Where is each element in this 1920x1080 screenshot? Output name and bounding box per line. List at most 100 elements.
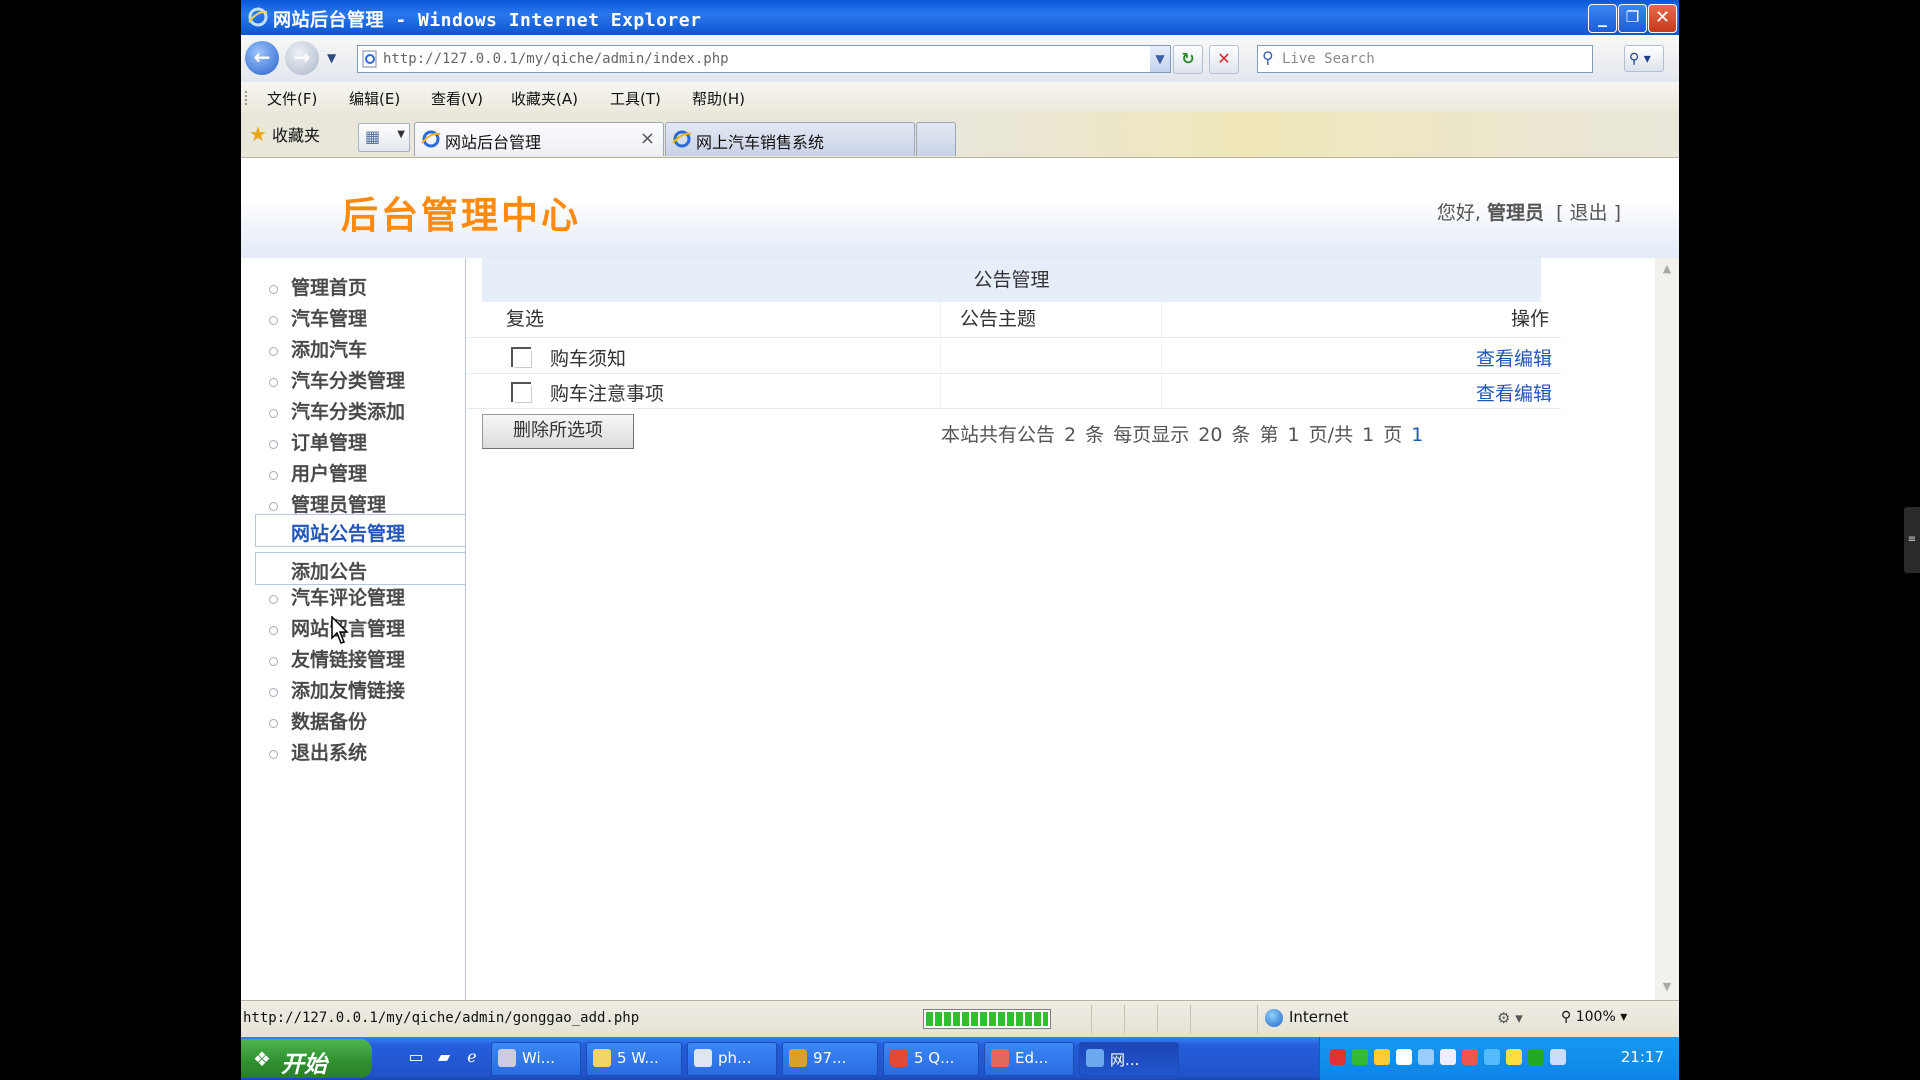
- page-header: 后台管理中心 您好, 管理员 [ 退出 ]: [241, 158, 1679, 258]
- globe-icon: [1265, 1008, 1283, 1027]
- search-placeholder[interactable]: Live Search: [1282, 51, 1375, 67]
- announcement-title[interactable]: 购车须知: [550, 344, 626, 371]
- bullet-icon: [269, 719, 278, 728]
- scroll-up-icon[interactable]: ▲: [1659, 262, 1675, 278]
- taskbar-item[interactable]: 5 W...: [586, 1042, 682, 1076]
- restore-button[interactable]: ❐: [1618, 4, 1647, 33]
- refresh-button[interactable]: ↻: [1173, 45, 1203, 74]
- sidebar-item-exit[interactable]: 退出系统: [255, 733, 465, 766]
- quick-tabs-button[interactable]: ▦ ▼: [358, 123, 410, 152]
- menu-tools[interactable]: 工具(T): [610, 88, 661, 109]
- close-button[interactable]: ✕: [1648, 4, 1677, 33]
- new-tab-button[interactable]: [916, 122, 956, 156]
- security-zone[interactable]: Internet: [1265, 1008, 1349, 1027]
- sidebar-item-messages[interactable]: 网站留言管理: [255, 609, 465, 642]
- side-panel-handle[interactable]: ≡: [1904, 507, 1920, 573]
- chevron-down-icon[interactable]: ▼: [397, 129, 405, 140]
- tray-icon[interactable]: [1330, 1049, 1346, 1065]
- ie-icon: [248, 7, 268, 27]
- col-action: 操作: [1511, 308, 1550, 330]
- menu-file[interactable]: 文件(F): [267, 88, 317, 109]
- sidebar-item-home[interactable]: 管理首页: [255, 268, 465, 301]
- menu-edit[interactable]: 编辑(E): [349, 88, 400, 109]
- ie-quicklaunch-icon[interactable]: ℯ: [461, 1047, 483, 1069]
- tray-icon[interactable]: [1506, 1049, 1522, 1065]
- sidebar-item-label: 退出系统: [291, 742, 368, 764]
- menu-help[interactable]: 帮助(H): [692, 88, 745, 109]
- minimize-button[interactable]: _: [1588, 4, 1617, 33]
- tab-close-icon[interactable]: ×: [640, 128, 655, 149]
- sidebar-item-announcements[interactable]: 网站公告管理: [255, 514, 465, 547]
- taskbar-item[interactable]: ph...: [687, 1042, 777, 1076]
- site-logo: 后台管理中心: [341, 194, 581, 237]
- ie-window: 网站后台管理 - Windows Internet Explorer _ ❐ ✕…: [241, 0, 1679, 1080]
- sidebar-item-add-category[interactable]: 汽车分类添加: [255, 392, 465, 425]
- announcement-title[interactable]: 购车注意事项: [550, 379, 664, 406]
- sidebar-item-users[interactable]: 用户管理: [255, 454, 465, 487]
- sidebar-item-car-categories[interactable]: 汽车分类管理: [255, 361, 465, 394]
- address-bar[interactable]: http://127.0.0.1/my/qiche/admin/index.ph…: [357, 45, 1171, 73]
- favorites-button[interactable]: ★ 收藏夹: [249, 122, 320, 146]
- taskbar-item[interactable]: 5 Q...: [883, 1042, 979, 1076]
- search-box[interactable]: ⚲ Live Search: [1257, 45, 1593, 73]
- protected-mode-icon[interactable]: ⚙ ▾: [1497, 1009, 1523, 1027]
- tray-icon[interactable]: [1352, 1049, 1368, 1065]
- taskbar-item[interactable]: 97...: [782, 1042, 878, 1076]
- row-checkbox[interactable]: [511, 382, 532, 403]
- scroll-down-icon[interactable]: ▼: [1659, 980, 1675, 996]
- tray-icon[interactable]: [1484, 1049, 1500, 1065]
- tray-icon[interactable]: [1418, 1049, 1434, 1065]
- taskbar-item[interactable]: Ed...: [984, 1042, 1074, 1076]
- view-edit-link[interactable]: 查看编辑: [1476, 379, 1552, 406]
- menu-view[interactable]: 查看(V): [431, 88, 483, 109]
- tray-icon[interactable]: [1396, 1049, 1412, 1065]
- view-edit-link[interactable]: 查看编辑: [1476, 344, 1552, 371]
- address-dropdown-icon[interactable]: ▼: [1150, 46, 1170, 72]
- sidebar-item-backup[interactable]: 数据备份: [255, 702, 465, 735]
- system-tray: 21:17: [1319, 1037, 1679, 1080]
- status-url: http://127.0.0.1/my/qiche/admin/gonggao_…: [243, 1010, 640, 1026]
- search-button[interactable]: ⚲ ▾: [1624, 45, 1664, 72]
- sidebar-item-orders[interactable]: 订单管理: [255, 423, 465, 456]
- start-button[interactable]: ❖ 开始: [241, 1039, 372, 1078]
- delete-selected-button[interactable]: 删除所选项: [482, 414, 634, 449]
- taskbar-label: 97...: [813, 1049, 847, 1067]
- sidebar-item-add-car[interactable]: 添加汽车: [255, 330, 465, 363]
- ie-tab-icon: [421, 130, 441, 148]
- vertical-scrollbar[interactable]: ▲ ▼: [1655, 258, 1679, 1000]
- sidebar-item-add-link[interactable]: 添加友情链接: [255, 671, 465, 704]
- status-divider: [1257, 1005, 1258, 1033]
- volume-icon[interactable]: [1550, 1049, 1566, 1065]
- sidebar-item-links[interactable]: 友情链接管理: [255, 640, 465, 673]
- back-button[interactable]: ←: [245, 41, 279, 75]
- zoom-control[interactable]: ⚲ 100% ▾: [1561, 1009, 1627, 1025]
- tray-icon[interactable]: [1528, 1049, 1544, 1065]
- toolbar-grip: [245, 91, 250, 105]
- sidebar-item-car-comments[interactable]: 汽车评论管理: [255, 578, 465, 611]
- sidebar-item-label: 汽车分类添加: [291, 401, 406, 423]
- bullet-icon: [269, 285, 278, 294]
- forward-button[interactable]: →: [285, 41, 319, 75]
- tab-car-sales[interactable]: 网上汽车销售系统: [665, 122, 915, 156]
- row-checkbox[interactable]: [511, 347, 532, 368]
- sidebar: 管理首页 汽车管理 添加汽车 汽车分类管理 汽车分类添加 订单管理 用户管理 管…: [241, 258, 466, 1000]
- tab-admin[interactable]: 网站后台管理 ×: [414, 122, 664, 156]
- tray-icon[interactable]: [1374, 1049, 1390, 1065]
- bullet-icon: [269, 378, 278, 387]
- qq-icon: [890, 1049, 908, 1067]
- logout-link[interactable]: [ 退出 ]: [1556, 202, 1621, 224]
- tray-icon[interactable]: [1462, 1049, 1478, 1065]
- show-desktop-icon[interactable]: ▭: [405, 1047, 427, 1069]
- tray-icon[interactable]: [1440, 1049, 1456, 1065]
- sidebar-item-cars[interactable]: 汽车管理: [255, 299, 465, 332]
- address-url[interactable]: http://127.0.0.1/my/qiche/admin/index.ph…: [383, 51, 729, 67]
- page-link[interactable]: 1: [1411, 424, 1423, 446]
- recent-pages-dropdown-icon[interactable]: ▼: [327, 51, 336, 65]
- explorer-icon[interactable]: ▰: [433, 1047, 455, 1069]
- greeting-text: 您好,: [1436, 202, 1481, 224]
- clock: 21:17: [1620, 1048, 1664, 1066]
- taskbar-item-active[interactable]: 网...: [1079, 1042, 1179, 1076]
- stop-button[interactable]: ✕: [1209, 45, 1239, 74]
- taskbar-item[interactable]: Wi...: [491, 1042, 581, 1076]
- menu-favorites[interactable]: 收藏夹(A): [511, 88, 578, 109]
